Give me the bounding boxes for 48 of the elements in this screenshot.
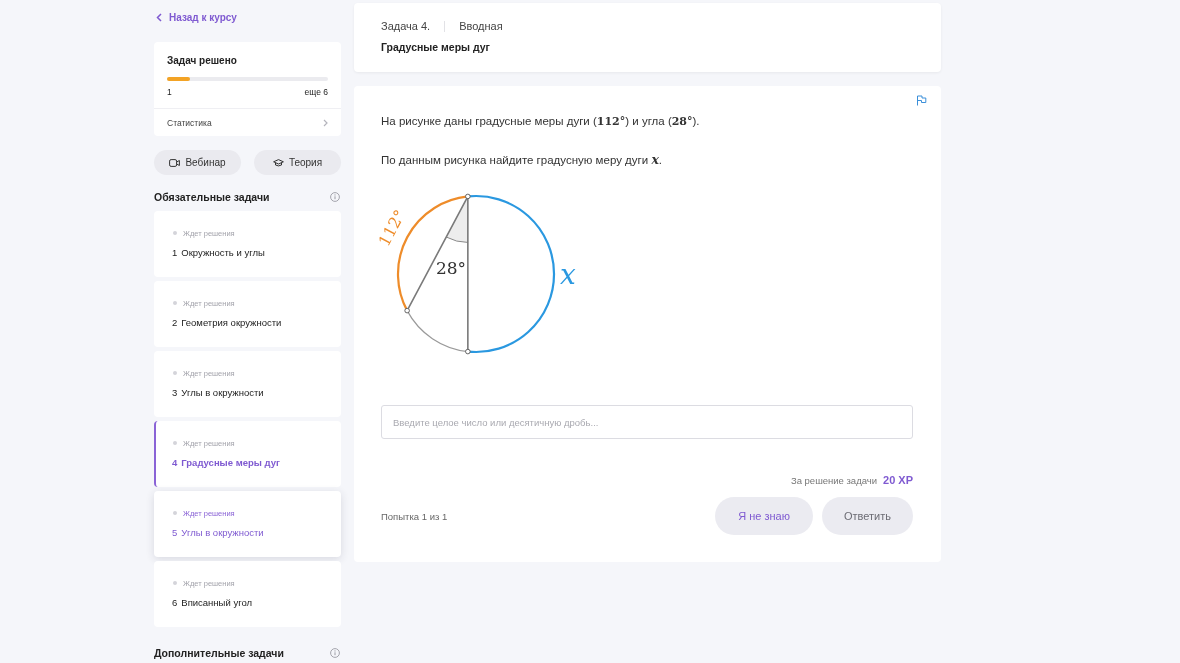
task-number-label: Задача 4. — [381, 20, 431, 32]
task-title: Углы в окружности — [181, 386, 264, 398]
progress-title: Задач решено — [167, 55, 238, 67]
remaining-count: еще 6 — [304, 86, 328, 98]
resource-button[interactable]: Вебинар — [154, 150, 241, 175]
answer-input[interactable]: Введите целое число или десятичную дробь... — [381, 405, 913, 439]
status-dot-icon — [173, 441, 177, 445]
reward-points: 20 XP — [883, 474, 913, 486]
status-dot-icon — [173, 581, 177, 585]
flag-icon[interactable] — [916, 95, 927, 106]
task-title: Геометрия окружности — [181, 316, 282, 328]
task-number: 6 — [172, 596, 178, 608]
task-number: 5 — [172, 526, 178, 538]
attempts-text: Попытка 1 из 1 — [381, 510, 448, 522]
arc-label: x — [560, 257, 576, 291]
section-heading: Дополнительные задачи — [154, 647, 284, 659]
statistics-link[interactable]: Статистика — [154, 108, 341, 136]
angle-label: 28° — [435, 258, 467, 278]
status-dot-icon — [173, 301, 177, 305]
statistics-label: Статистика — [167, 117, 212, 128]
task-title: Углы в окружности — [181, 526, 264, 538]
task-type-label: Вводная — [459, 20, 503, 32]
graduation-cap-icon — [272, 158, 284, 167]
task-number: 4 — [172, 456, 178, 468]
task-title: Окружность и углы — [181, 246, 265, 258]
task-number: 1 — [172, 246, 178, 258]
task-number: 3 — [172, 386, 178, 398]
chevron-left-icon — [156, 12, 162, 22]
resource-button[interactable]: Теория — [254, 150, 341, 175]
status-dot-icon — [173, 231, 177, 235]
task-title: Градусные меры дуг — [181, 456, 280, 468]
status-dot-icon — [173, 511, 177, 515]
section-heading: Обязательные задачи — [154, 191, 270, 203]
chevron-right-icon — [323, 118, 328, 127]
task-title: Вписанный угол — [181, 596, 252, 608]
info-icon[interactable] — [330, 648, 340, 658]
back-link[interactable]: Назад к курсу — [156, 10, 237, 24]
info-icon[interactable] — [330, 192, 340, 202]
status-dot-icon — [173, 371, 177, 375]
solved-count: 1 — [167, 86, 172, 98]
camera-icon — [169, 158, 181, 167]
dont-know-button[interactable]: Я не знаю — [715, 497, 813, 535]
problem-text: На рисунке даны градусные меры дуги (112°) и угла (28°). — [381, 114, 700, 130]
problem-text: По данным рисунка найдите градусную меру дуги x. — [381, 151, 663, 169]
task-title-heading: Градусные меры дуг — [381, 40, 491, 55]
task-number: 2 — [172, 316, 178, 328]
arc-label: 112° — [378, 206, 410, 250]
reward-label: За решение задачи — [790, 475, 878, 486]
